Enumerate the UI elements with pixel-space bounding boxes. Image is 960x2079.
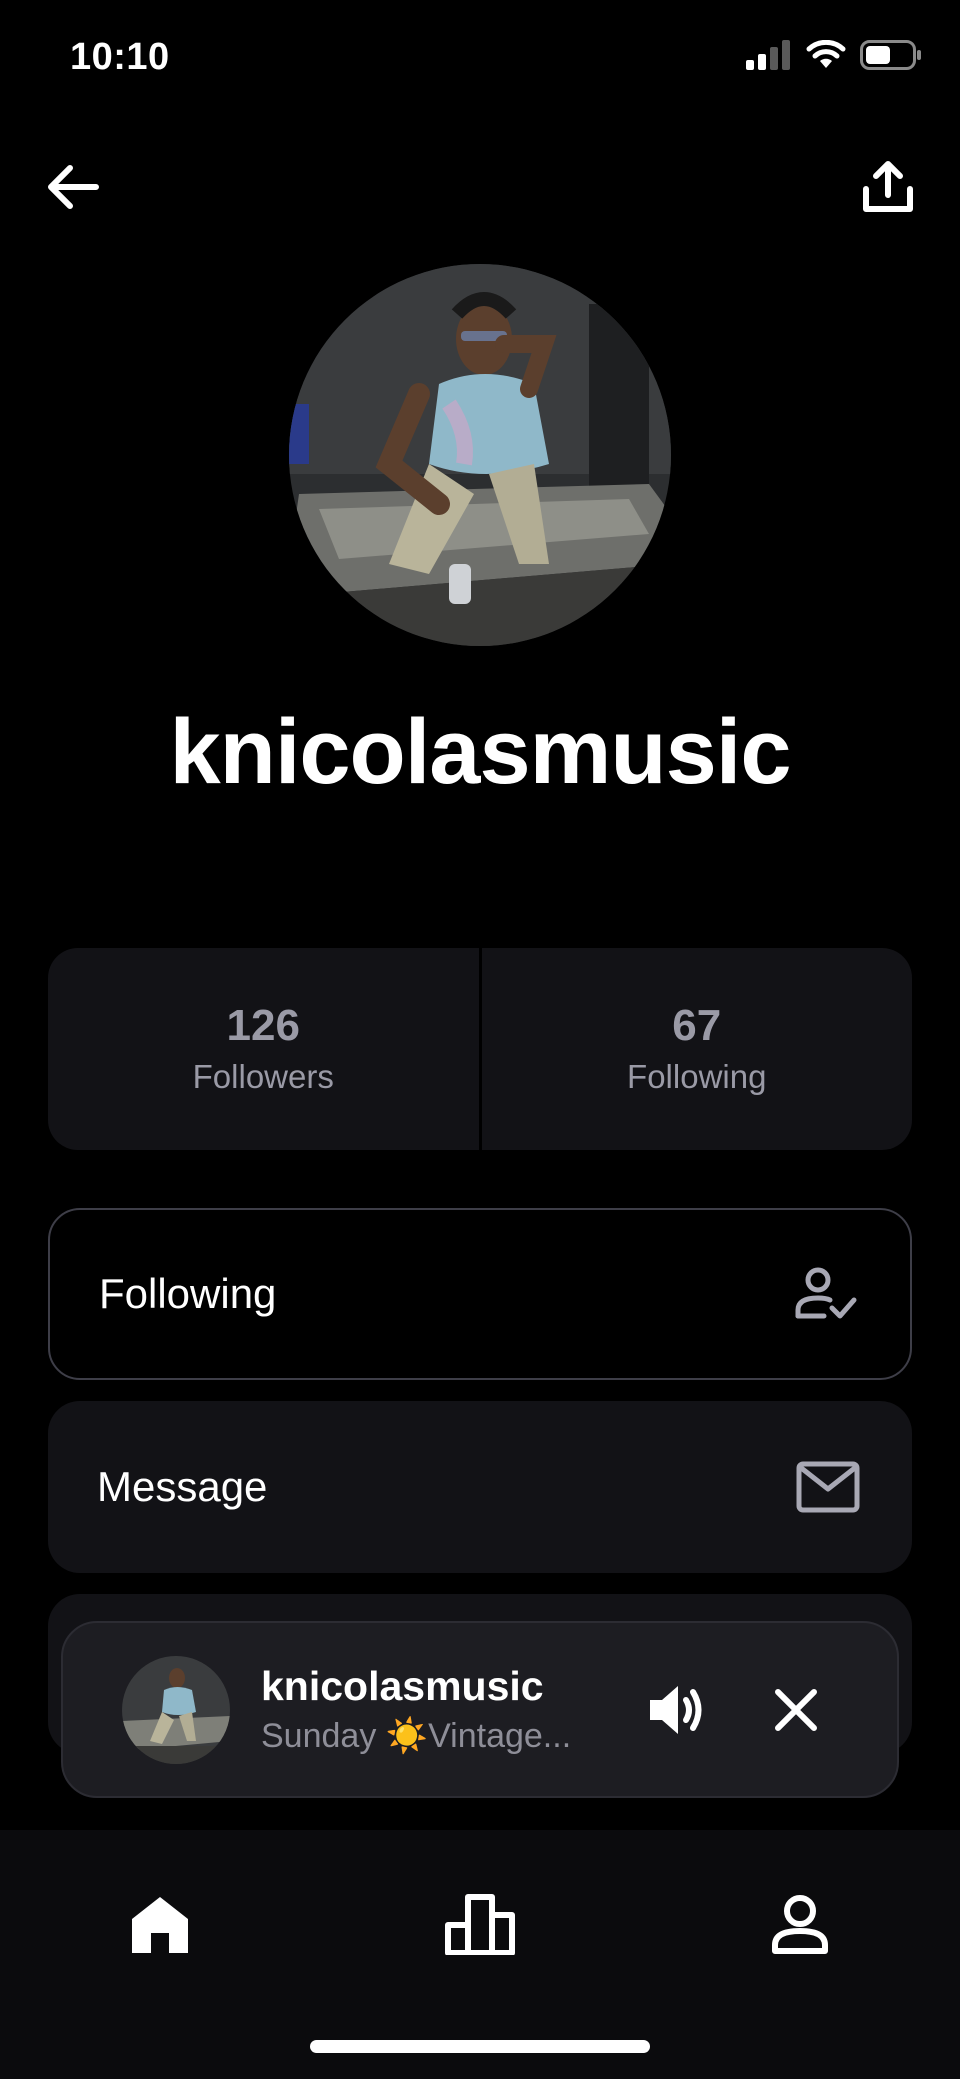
cellular-signal-icon [746,40,792,75]
status-bar: 10:10 [0,0,960,120]
home-icon [132,1897,188,1953]
tab-home[interactable] [120,1884,200,1964]
close-player-button[interactable] [761,1675,831,1745]
tab-profile[interactable] [760,1884,840,1964]
battery-icon [860,40,922,75]
mini-player-avatar [122,1655,230,1764]
following-button[interactable]: Following [48,1208,912,1380]
bar-chart-icon [445,1894,515,1955]
following-stat[interactable]: 67 Following [482,948,913,1150]
volume-button[interactable] [641,1675,711,1745]
user-check-icon [794,1262,858,1326]
wifi-icon [806,39,846,75]
followers-label: Followers [192,1058,334,1096]
home-indicator [310,2040,650,2053]
tab-charts[interactable] [440,1884,520,1964]
stats-card: 126 Followers 67 Following [48,948,912,1150]
mini-player-title: knicolasmusic [261,1663,544,1709]
followers-count: 126 [226,1000,300,1050]
message-button[interactable]: Message [48,1401,912,1573]
status-icons [746,39,922,75]
mini-player-subtitle: Sunday ☀️Vintage... [261,1717,572,1755]
following-count: 67 [672,1000,722,1050]
profile-username: knicolasmusic [169,701,791,803]
message-button-label: Message [97,1463,268,1510]
share-upload-icon [863,161,913,212]
status-time: 10:10 [70,36,170,78]
close-icon [775,1689,817,1731]
back-button[interactable] [40,155,104,219]
mini-player-text: knicolasmusic Sunday ☀️Vintage... [261,1663,611,1756]
arrow-left-icon [48,165,99,209]
profile-avatar [289,264,671,646]
following-label: Following [627,1058,767,1096]
followers-stat[interactable]: 126 Followers [48,948,479,1150]
following-button-label: Following [99,1270,277,1317]
volume-icon [650,1686,702,1734]
share-button[interactable] [856,155,920,219]
user-icon [772,1895,828,1954]
mail-icon [796,1455,860,1519]
mini-player[interactable]: knicolasmusic Sunday ☀️Vintage... [61,1621,899,1798]
